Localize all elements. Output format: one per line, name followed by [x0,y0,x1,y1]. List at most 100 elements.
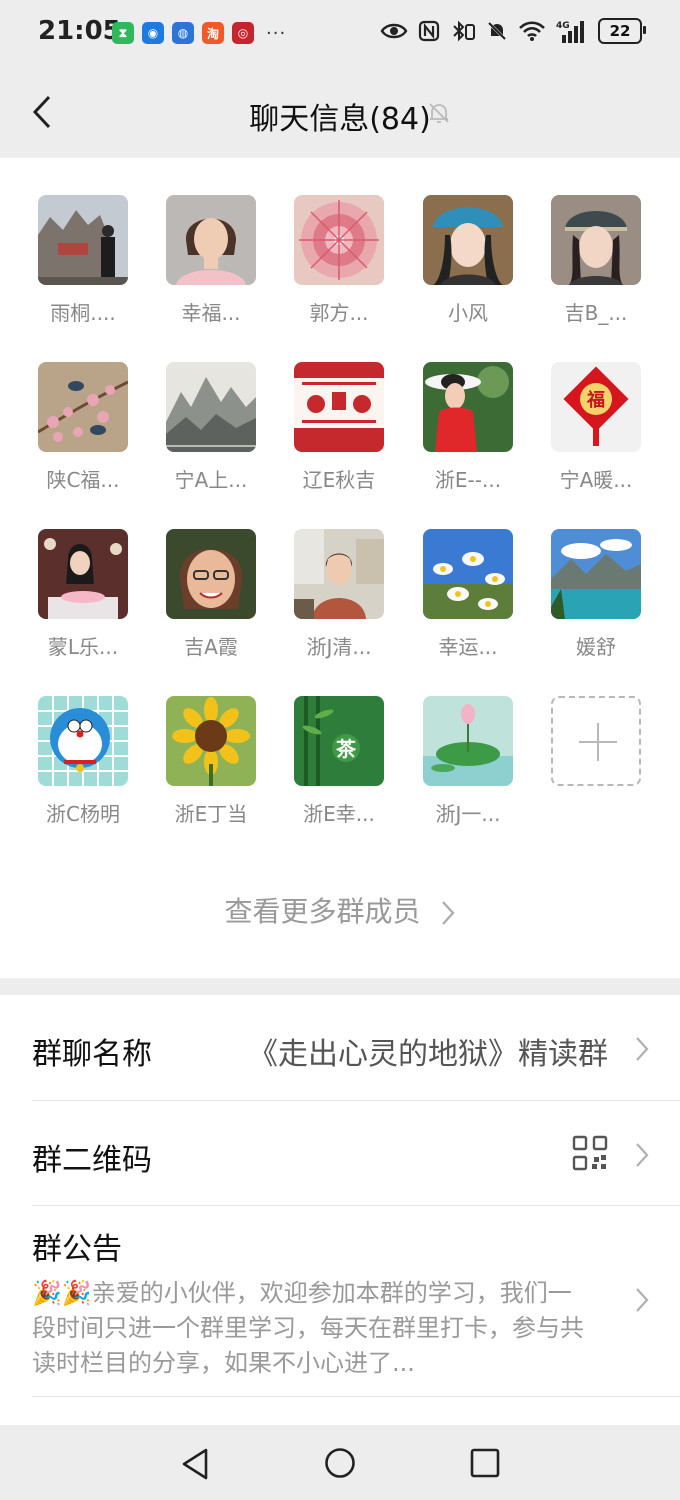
view-more-label: 查看更多群成员 [224,895,421,928]
group-qr-label: 群二维码 [32,1143,152,1178]
member-avatar [38,529,128,619]
member-item[interactable]: 浙J一... [404,696,532,827]
member-name: 浙E幸... [303,802,375,826]
member-avatar: 福 [551,362,641,452]
member-name: 吉A霞 [184,635,238,659]
member-item[interactable]: 浙J清... [275,529,403,660]
view-more-members-link[interactable]: 查看更多群成员 [0,890,680,930]
member-name: 浙J清... [306,635,372,659]
member-item[interactable]: 幸运... [404,529,532,660]
member-name: 小风 [448,301,488,325]
member-avatar [294,529,384,619]
member-name: 雨桐.... [50,301,116,325]
member-avatar [38,362,128,452]
notification-icons: ⧗ ◉ ◍ 淘 ◎ ··· [112,22,286,44]
mute-bell-icon [487,21,507,41]
member-avatar [423,529,513,619]
settings-list: 群聊名称 《走出心灵的地狱》精读群 群二维码 群公告 🎉🎉亲爱的小伙伴，欢迎参加… [0,995,680,1425]
chevron-right-icon [636,1037,649,1061]
member-avatar: 茶 [294,696,384,786]
app-notification-icon: 淘 [202,22,224,44]
recents-square-icon[interactable] [470,1448,500,1478]
group-notice-row[interactable]: 群公告 🎉🎉亲爱的小伙伴，欢迎参加本群的学习，我们一段时间只进一个群里学习，每天… [0,1206,680,1396]
member-avatar [551,529,641,619]
member-name: 宁A暖... [559,468,633,492]
bluetooth-icon [453,20,475,42]
back-triangle-icon[interactable] [180,1447,210,1481]
member-item[interactable]: 幸福... [147,195,275,326]
status-bar: 21:05 ⧗ ◉ ◍ 淘 ◎ ··· 4G 22 [0,0,680,68]
group-name-row[interactable]: 群聊名称 《走出心灵的地狱》精读群 [0,995,680,1100]
member-name: 幸运... [438,635,498,659]
member-item[interactable]: 浙C杨明 [19,696,147,827]
more-notifications-icon: ··· [266,22,287,44]
member-name: 浙C杨明 [46,802,120,826]
chevron-right-icon [636,1143,649,1167]
page-title: 聊天信息(84) [249,102,431,137]
add-member-button[interactable] [551,696,641,786]
member-item[interactable]: 茶 浙E幸... [275,696,403,827]
member-item[interactable]: 吉A霞 [147,529,275,660]
qr-code-icon [572,1135,608,1171]
eye-icon [380,23,408,39]
member-avatar [38,696,128,786]
member-name: 吉B_... [564,301,628,325]
member-name: 郭方... [309,301,369,325]
member-avatar [166,696,256,786]
member-avatar [423,696,513,786]
system-icons: 4G 22 [380,18,646,44]
member-name: 辽E秋吉 [302,468,376,492]
member-name: 浙J一... [435,802,501,826]
svg-text:福: 福 [586,389,605,411]
battery-indicator: 22 [598,18,646,44]
status-time: 21:05 [38,16,121,46]
member-name: 浙E丁当 [174,802,248,826]
add-member-item[interactable] [532,696,660,786]
chevron-right-icon [442,901,455,925]
member-item[interactable]: 雨桐.... [19,195,147,326]
member-item[interactable]: 宁A上... [147,362,275,493]
member-name: 陕C福... [46,468,120,492]
member-item[interactable]: 蒙L乐... [19,529,147,660]
signal-icon: 4G [556,21,584,43]
wifi-icon [519,21,545,41]
member-avatar [294,195,384,285]
svg-text:4G: 4G [556,21,570,31]
app-notification-icon: ◍ [172,22,194,44]
member-name: 蒙L乐... [47,635,119,659]
app-notification-icon: ◎ [232,22,254,44]
member-avatar [166,195,256,285]
members-panel: 雨桐.... 幸福... 郭方... 小风 吉B_... 陕C福... 宁A上.… [0,158,680,978]
member-item[interactable]: 媛舒 [532,529,660,660]
nav-bar: 聊天信息(84) [0,68,680,158]
member-item[interactable]: 小风 [404,195,532,326]
system-navigation-bar [0,1425,680,1500]
member-item[interactable]: 辽E秋吉 [275,362,403,493]
chevron-right-icon [636,1288,649,1312]
app-notification-icon: ⧗ [112,22,134,44]
member-avatar [166,529,256,619]
member-item[interactable]: 吉B_... [532,195,660,326]
member-avatar [38,195,128,285]
member-item[interactable]: 浙E丁当 [147,696,275,827]
member-name: 浙E--... [434,468,502,492]
member-item[interactable]: 陕C福... [19,362,147,493]
member-avatar [551,195,641,285]
member-name: 宁A上... [174,468,248,492]
home-circle-icon[interactable] [324,1447,356,1479]
group-name-value: 《走出心灵的地狱》精读群 [248,1037,608,1072]
app-notification-icon: ◉ [142,22,164,44]
svg-text:茶: 茶 [336,737,357,761]
group-qr-row[interactable]: 群二维码 [0,1101,680,1205]
member-avatar [166,362,256,452]
member-item[interactable]: 郭方... [275,195,403,326]
member-avatar [294,362,384,452]
nfc-icon [418,20,440,42]
member-avatar [423,195,513,285]
member-item[interactable]: 福 宁A暖... [532,362,660,493]
group-notice-text: 🎉🎉亲爱的小伙伴，欢迎参加本群的学习，我们一段时间只进一个群里学习，每天在群里打… [32,1279,584,1377]
divider [32,1396,680,1397]
group-name-label: 群聊名称 [32,1037,152,1072]
member-name: 幸福... [181,301,241,325]
member-item[interactable]: 浙E--... [404,362,532,493]
